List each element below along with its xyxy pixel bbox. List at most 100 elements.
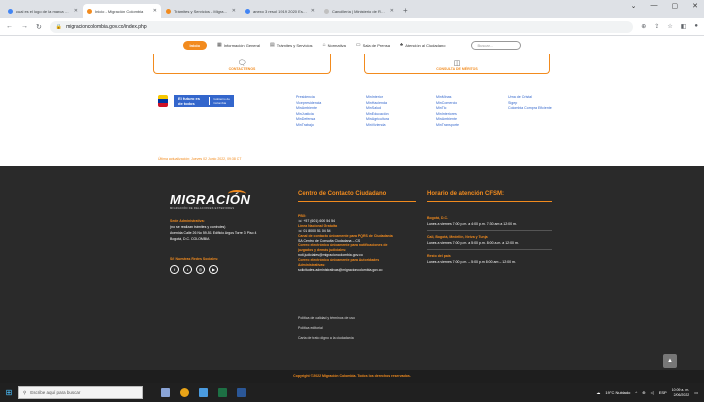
scroll-to-top-button[interactable]: ▲ xyxy=(663,354,677,368)
share-icon[interactable]: ⇪ xyxy=(654,23,659,30)
task-view-icon[interactable] xyxy=(161,388,170,397)
facebook-icon[interactable]: f xyxy=(170,265,179,274)
footer-link[interactable]: MinVivienda xyxy=(366,123,389,129)
network-icon[interactable]: ⊕ xyxy=(642,390,645,395)
sidepanel-icon[interactable]: ◧ xyxy=(681,23,687,30)
notification-icon[interactable]: ▭ xyxy=(694,390,698,395)
law-icon: ⌂ xyxy=(322,42,326,48)
tab-title: Cancillería | Ministerio de Relaciones xyxy=(332,8,387,14)
zoom-icon[interactable]: ⊕ xyxy=(641,23,646,30)
press-icon: ▭ xyxy=(355,42,361,48)
window-controls: ⌄ — ▢ ✕ xyxy=(631,2,698,10)
contact-title: Centro de Contacto Ciudadano xyxy=(298,191,387,197)
windows-start-icon[interactable]: ⊞ xyxy=(0,388,18,397)
info-icon: ▦ xyxy=(216,42,222,48)
taskbar-apps xyxy=(161,388,246,397)
tab-title: cual es el logo de la marca pais xyxy=(16,8,71,14)
link-column: MinInterior MinHacienda MinSalud MinEduc… xyxy=(366,95,389,129)
divider xyxy=(427,230,552,231)
government-banner[interactable]: El futuro es de todos Gobierno de Colombi… xyxy=(158,95,234,107)
policy-links: Política de calidad y términos de uso Po… xyxy=(298,313,355,343)
site-search-input[interactable]: Buscar... xyxy=(471,40,522,50)
weather-text[interactable]: 19°C Nublado xyxy=(605,390,630,395)
browser-tab-strip: cual es el logo de la marca pais ✕ Inicio… xyxy=(0,0,704,18)
policy-link[interactable]: Política de calidad y términos de uso xyxy=(298,313,355,323)
nav-item-atencion[interactable]: ♣ Atención al Ciudadano xyxy=(400,42,446,48)
youtube-icon[interactable]: ▶ xyxy=(209,265,218,274)
footer: MIGRACIÓN MIGRACIÓN DE RELACIONES EXTERI… xyxy=(0,166,704,370)
close-window-icon[interactable]: ✕ xyxy=(692,2,698,10)
reload-icon[interactable]: ↻ xyxy=(36,23,42,31)
back-icon[interactable]: ← xyxy=(6,23,13,30)
footer-link[interactable]: Colombia Compra Eficiente xyxy=(508,106,552,112)
star-icon[interactable]: ☆ xyxy=(667,23,672,30)
chrome-icon[interactable] xyxy=(180,388,189,397)
footer-link[interactable]: MinTransporte xyxy=(436,123,459,129)
volume-icon[interactable]: ◁ xyxy=(651,390,654,395)
contactenos-card[interactable]: 🗨 CONTACTENOS xyxy=(153,54,331,74)
minimize-icon[interactable]: — xyxy=(651,2,658,10)
tray-arrow-icon[interactable]: ^ xyxy=(635,390,637,395)
search-icon: ⚲ xyxy=(23,389,27,395)
excel-icon[interactable] xyxy=(218,388,227,397)
nav-item-normativa[interactable]: ⌂ Normativa xyxy=(323,42,346,48)
link-column: Urna de Cristal Sigep Colombia Compra Ef… xyxy=(508,95,552,112)
language-indicator[interactable]: ESP xyxy=(659,390,667,395)
browser-tab[interactable]: Trámites y Servicios - Migración ✕ xyxy=(162,4,240,18)
close-icon[interactable]: ✕ xyxy=(74,8,78,14)
close-icon[interactable]: ✕ xyxy=(232,8,236,14)
footer-link[interactable]: MinTrabajo xyxy=(296,123,321,129)
tab-search-icon[interactable]: ⌄ xyxy=(631,2,637,10)
word-icon[interactable] xyxy=(237,388,246,397)
nav-item-tramites[interactable]: ▤ Trámites y Servicios xyxy=(270,42,313,48)
main-content: 🗨 CONTACTENOS ◫ CONSULTA DE MÉRITOS El f… xyxy=(0,54,704,166)
home-button[interactable]: Inicio xyxy=(182,40,207,50)
explorer-icon[interactable] xyxy=(199,388,208,397)
browser-tab-active[interactable]: Inicio - Migración Colombia ✕ xyxy=(83,4,161,18)
twitter-icon[interactable]: t xyxy=(183,265,192,274)
last-updated-text: Última actualización: Jueves 02 Junio 20… xyxy=(158,157,242,161)
card-label: CONSULTA DE MÉRITOS xyxy=(436,67,478,71)
link-column: MinMinas MinComercio MinTic MinInteriore… xyxy=(436,95,459,129)
system-tray: ☁ 19°C Nublado ^ ⊕ ◁ ESP 10:09 a. m. 2/0… xyxy=(596,388,704,398)
browser-tab[interactable]: Cancillería | Ministerio de Relaciones✕ xyxy=(320,4,398,18)
migracion-logo[interactable]: MIGRACIÓN MIGRACIÓN DE RELACIONES EXTERI… xyxy=(170,190,250,210)
hours-time: Lunes a viernes 7:00 p.m. a 5:00 p.m. 8:… xyxy=(427,241,519,245)
office-hours: Horario de atención CFSM: Bogotá, D.C. L… xyxy=(427,191,552,265)
profile-icon[interactable]: ● xyxy=(694,23,698,30)
forward-icon[interactable]: → xyxy=(21,23,28,30)
consulta-meritos-card[interactable]: ◫ CONSULTA DE MÉRITOS xyxy=(364,54,550,74)
divider xyxy=(298,201,416,202)
policy-link[interactable]: Carta de trato digno a la ciudadanía xyxy=(298,333,355,343)
taskbar: ⊞ ⚲ Escribe aquí para buscar ☁ 19°C Nubl… xyxy=(0,383,704,402)
browser-tab[interactable]: cual es el logo de la marca pais ✕ xyxy=(4,4,82,18)
address-bar: ← → ↻ 🔒 migracioncolombia.gov.co/index.p… xyxy=(0,18,704,36)
policy-link[interactable]: Política editorial xyxy=(298,323,355,333)
taskbar-search-input[interactable]: ⚲ Escribe aquí para buscar xyxy=(18,386,143,399)
tab-favicon-icon xyxy=(166,8,171,14)
nav-item-prensa[interactable]: ▭ Sala de Prensa xyxy=(356,42,390,48)
weather-icon[interactable]: ☁ xyxy=(596,390,600,395)
nav-item-informacion[interactable]: ▦ Información General xyxy=(217,42,260,48)
browser-tab[interactable]: anexo 3 resol 1919 2020 Estatuto ✕ xyxy=(241,4,319,18)
new-tab-button[interactable]: + xyxy=(399,4,412,18)
tab-title: anexo 3 resol 1919 2020 Estatuto xyxy=(253,8,308,14)
clock[interactable]: 10:09 a. m. 2/06/2022 xyxy=(672,388,690,398)
tab-favicon-icon xyxy=(324,8,329,14)
site-nav: Inicio ▦ Información General ▤ Trámites y … xyxy=(0,36,704,54)
close-icon[interactable]: ✕ xyxy=(153,8,157,14)
chat-icon: 🗨 xyxy=(237,60,247,67)
contact-lines: PBX: ☏ +57 (601) 600 54 54 Línea Nacional … xyxy=(298,214,416,273)
divider xyxy=(427,249,552,250)
close-icon[interactable]: ✕ xyxy=(311,8,315,14)
hours-title: Horario de atención CFSM: xyxy=(427,191,505,197)
instagram-icon[interactable]: ◎ xyxy=(196,265,205,274)
close-icon[interactable]: ✕ xyxy=(390,8,394,14)
maximize-icon[interactable]: ▢ xyxy=(672,2,679,10)
colombia-shield-icon xyxy=(158,95,168,107)
document-icon: ▤ xyxy=(269,42,275,48)
url-field[interactable]: 🔒 migracioncolombia.gov.co/index.php xyxy=(49,20,634,33)
tab-favicon-icon xyxy=(87,8,92,14)
card-label: CONTACTENOS xyxy=(228,67,256,71)
tab-favicon-icon xyxy=(245,8,250,14)
